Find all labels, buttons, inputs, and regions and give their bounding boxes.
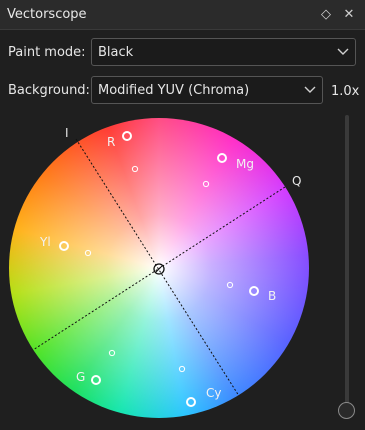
target-label-yl: Yl [39, 235, 51, 249]
target-label-r: R [107, 135, 115, 149]
vectorscope-overlay: I Q R Mg Yl B G Cy [32, 126, 301, 407]
target-b-100 [226, 281, 234, 289]
target-g-75 [91, 375, 101, 385]
center-crosshair-slash [155, 265, 163, 273]
target-mg-100 [202, 180, 210, 188]
q-axis-label: Q [292, 174, 301, 188]
target-label-b: B [268, 289, 276, 303]
i-axis-line [75, 138, 240, 397]
zoom-slider-track[interactable] [345, 115, 349, 410]
target-label-cy: Cy [206, 386, 221, 400]
target-b-75 [249, 286, 259, 296]
target-label-mg: Mg [236, 157, 254, 171]
target-mg-75 [217, 153, 227, 163]
target-cy-75 [186, 397, 196, 407]
target-r-100 [131, 165, 139, 173]
target-g-100 [108, 349, 116, 357]
zoom-slider-handle[interactable] [338, 402, 355, 419]
target-r-75 [122, 131, 132, 141]
target-cy-100 [178, 365, 186, 373]
i-axis-label: I [65, 126, 69, 140]
target-label-g: G [76, 370, 85, 384]
target-yl-100 [84, 249, 92, 257]
target-yl-75 [59, 241, 69, 251]
